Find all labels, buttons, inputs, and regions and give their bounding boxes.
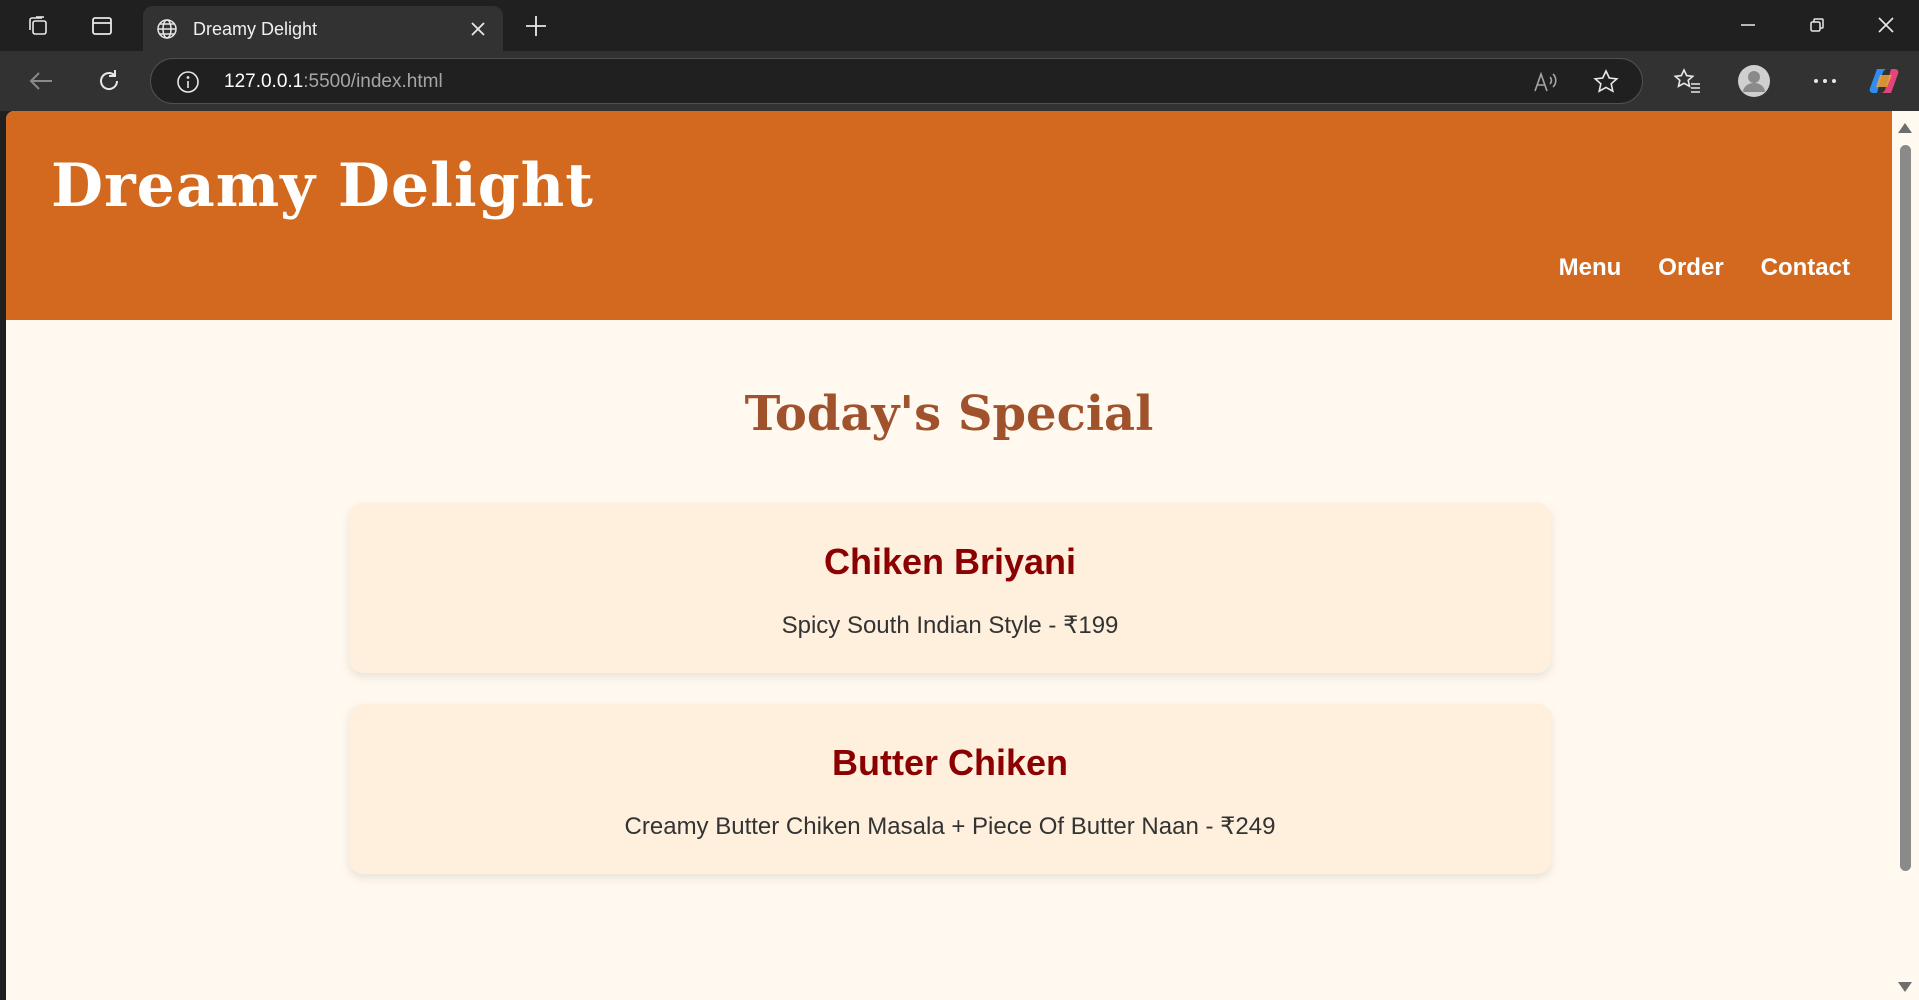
favorite-star-icon[interactable] bbox=[1591, 67, 1621, 97]
tab-dreamy-delight[interactable]: Dreamy Delight bbox=[143, 6, 503, 51]
profile-avatar-icon[interactable] bbox=[1737, 64, 1771, 98]
minimize-icon[interactable] bbox=[1730, 10, 1766, 40]
read-aloud-icon[interactable] bbox=[1531, 68, 1561, 96]
address-bar[interactable]: 127.0.0.1:5500/index.html bbox=[150, 58, 1643, 104]
scroll-down-arrow-icon[interactable] bbox=[1898, 982, 1912, 992]
scroll-up-arrow-icon[interactable] bbox=[1898, 123, 1912, 133]
section-title: Today's Special bbox=[744, 386, 1154, 442]
favorites-icon[interactable] bbox=[1670, 65, 1704, 97]
restore-icon[interactable] bbox=[1799, 10, 1835, 40]
item-description: Creamy Butter Chiken Masala + Piece Of B… bbox=[624, 813, 1276, 840]
nav-contact-link[interactable]: Contact bbox=[1761, 254, 1850, 282]
item-description: Spicy South Indian Style - ₹199 bbox=[781, 612, 1119, 639]
nav-menu-link[interactable]: Menu bbox=[1559, 254, 1622, 282]
page-scrollbar[interactable] bbox=[1892, 111, 1919, 1000]
more-options-icon[interactable] bbox=[1808, 65, 1842, 97]
back-icon[interactable] bbox=[24, 65, 58, 97]
browser-toolbar: 127.0.0.1:5500/index.html bbox=[0, 51, 1919, 111]
tab-actions-icon[interactable] bbox=[86, 11, 118, 41]
workspaces-icon[interactable] bbox=[22, 11, 54, 41]
special-item-card: Chiken Briyani Spicy South Indian Style … bbox=[349, 503, 1551, 673]
main-nav: Menu Order Contact bbox=[1559, 254, 1850, 282]
item-name: Chiken Briyani bbox=[823, 541, 1077, 582]
tab-title: Dreamy Delight bbox=[193, 19, 318, 39]
site-info-icon[interactable] bbox=[175, 69, 201, 95]
copilot-icon[interactable] bbox=[1866, 63, 1902, 99]
close-window-icon[interactable] bbox=[1868, 10, 1904, 40]
new-tab-icon[interactable] bbox=[520, 10, 552, 42]
item-name: Butter Chiken bbox=[831, 742, 1069, 783]
site-logo-text: Dreamy Delight bbox=[51, 151, 595, 221]
close-tab-icon[interactable] bbox=[466, 17, 490, 41]
globe-icon bbox=[155, 17, 179, 41]
scroll-thumb[interactable] bbox=[1900, 145, 1911, 871]
nav-order-link[interactable]: Order bbox=[1658, 254, 1723, 282]
page-viewport: Dreamy Delight Menu Order Contact Today'… bbox=[6, 111, 1892, 1000]
reload-icon[interactable] bbox=[92, 64, 126, 98]
site-header: Dreamy Delight Menu Order Contact bbox=[6, 111, 1892, 320]
url-text: 127.0.0.1:5500/index.html bbox=[224, 71, 443, 92]
special-item-card: Butter Chiken Creamy Butter Chiken Masal… bbox=[349, 704, 1551, 874]
browser-tab-bar: Dreamy Delight bbox=[0, 0, 1919, 51]
